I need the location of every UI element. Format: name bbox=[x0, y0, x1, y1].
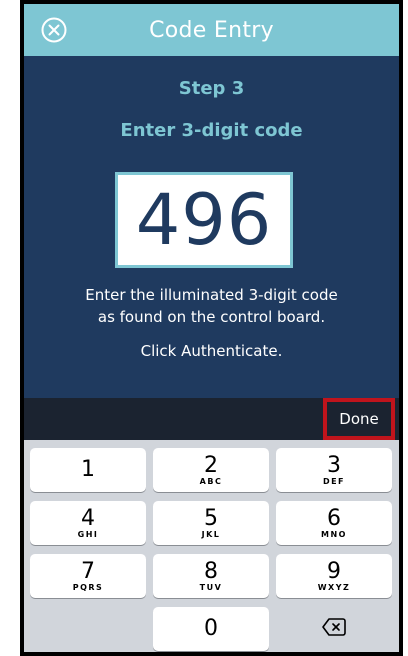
done-button[interactable]: Done bbox=[323, 398, 395, 440]
key-4[interactable]: 4 GHI bbox=[30, 501, 146, 545]
step-label: Step 3 bbox=[178, 78, 245, 99]
instructions-line-1: Enter the illuminated 3-digit code bbox=[85, 286, 338, 304]
page-title: Code Entry bbox=[149, 17, 274, 43]
code-entry-panel: Step 3 Enter 3-digit code 496 Enter the … bbox=[24, 56, 399, 398]
key-number: 1 bbox=[81, 457, 95, 482]
key-number: 9 bbox=[327, 559, 341, 584]
key-letters: GHI bbox=[77, 530, 99, 539]
key-8[interactable]: 8 TUV bbox=[153, 554, 269, 598]
code-input[interactable]: 496 bbox=[115, 172, 293, 268]
instructions-text: Enter the illuminated 3-digit code as fo… bbox=[24, 284, 399, 328]
key-letters: JKL bbox=[201, 530, 221, 539]
key-7[interactable]: 7 PQRS bbox=[30, 554, 146, 598]
key-number: 4 bbox=[81, 506, 95, 531]
authenticate-hint: Click Authenticate. bbox=[140, 342, 283, 360]
numeric-keypad: 1 2 ABC 3 DEF 4 GHI 5 JKL 6 MNO 7 PQRS 8… bbox=[24, 440, 399, 652]
key-3[interactable]: 3 DEF bbox=[276, 448, 392, 492]
key-letters: TUV bbox=[199, 583, 223, 592]
header-bar: Code Entry bbox=[24, 4, 399, 56]
instructions-line-2: as found on the control board. bbox=[97, 308, 326, 326]
key-number: 6 bbox=[327, 506, 341, 531]
key-0[interactable]: 0 bbox=[153, 607, 269, 651]
key-9[interactable]: 9 WXYZ bbox=[276, 554, 392, 598]
key-letters: PQRS bbox=[72, 583, 104, 592]
key-number: 5 bbox=[204, 506, 218, 531]
key-number: 8 bbox=[204, 559, 218, 584]
device-frame: Code Entry Step 3 Enter 3-digit code 496… bbox=[20, 0, 403, 656]
close-icon[interactable] bbox=[40, 16, 68, 44]
backspace-icon bbox=[322, 618, 346, 640]
key-5[interactable]: 5 JKL bbox=[153, 501, 269, 545]
key-letters: MNO bbox=[321, 530, 347, 539]
key-number: 2 bbox=[204, 453, 218, 478]
key-number: 7 bbox=[81, 559, 95, 584]
key-letters: ABC bbox=[199, 477, 223, 486]
key-letters: WXYZ bbox=[317, 583, 351, 592]
key-1[interactable]: 1 bbox=[30, 448, 146, 492]
key-2[interactable]: 2 ABC bbox=[153, 448, 269, 492]
delete-key[interactable] bbox=[276, 607, 392, 651]
screen: Code Entry Step 3 Enter 3-digit code 496… bbox=[24, 4, 399, 652]
key-letters: DEF bbox=[322, 477, 346, 486]
key-number: 3 bbox=[327, 453, 341, 478]
key-number: 0 bbox=[204, 616, 218, 641]
step-subtitle: Enter 3-digit code bbox=[120, 120, 303, 141]
key-6[interactable]: 6 MNO bbox=[276, 501, 392, 545]
keyboard-toolbar: Done bbox=[24, 398, 399, 440]
